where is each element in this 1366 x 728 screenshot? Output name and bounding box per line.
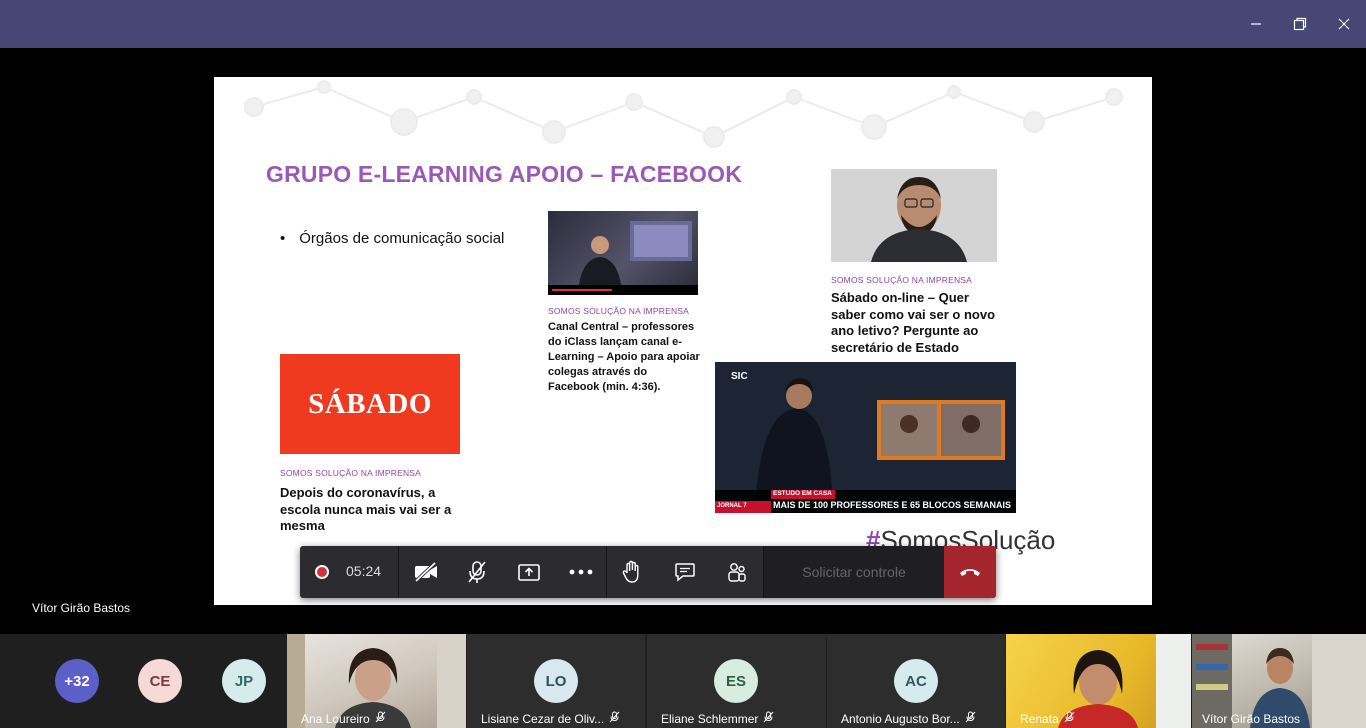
more-actions-button[interactable] <box>556 546 606 598</box>
article-sabado: Depois do coronavírus, a escola nunca ma… <box>280 485 452 533</box>
call-timer: 05:24 <box>346 563 382 579</box>
call-control-bar: 05:24 Solicitar controle <box>300 546 996 598</box>
title-bar <box>0 0 1366 48</box>
molecule-background-decoration <box>244 80 1123 148</box>
canal-central-video-thumbnail <box>548 211 698 295</box>
slide-bullet: • Órgãos de comunicação social <box>280 230 504 247</box>
participant-name-tag: Lisiane Cezar de Oliv... <box>481 711 620 726</box>
participant-name-tag: Vítor Girão Bastos <box>1202 712 1300 726</box>
participant-tile-antonio[interactable]: AC Antonio Augusto Bor... <box>827 634 1005 728</box>
sic-news-screenshot: SIC ESTUDO EM CASA JORNAL 7 MAIS DE 100 … <box>715 362 1016 513</box>
hang-up-button[interactable] <box>944 546 996 598</box>
slide-title: GRUPO E-LEARNING APOIO – FACEBOOK <box>266 161 743 187</box>
participant-strip: +32 CE JP Ana Loureiro LO Lisiane Cezar … <box>0 634 1366 728</box>
shared-presentation-slide: GRUPO E-LEARNING APOIO – FACEBOOK • Órgão… <box>214 77 1152 605</box>
raise-hand-icon <box>622 560 639 583</box>
participants-icon <box>728 563 746 582</box>
sic-banner-small: ESTUDO EM CASA <box>773 490 832 497</box>
participant-name: Antonio Augusto Bor... <box>841 711 960 726</box>
participant-video-ana-loureiro[interactable]: Ana Loureiro <box>287 634 466 728</box>
more-participants-avatar[interactable]: +32 <box>55 659 99 703</box>
participant-avatar-jp[interactable]: JP <box>222 659 266 703</box>
kicker-sabado-online: SOMOS SOLUÇÃO NA IMPRENSA <box>831 275 973 285</box>
divider <box>398 546 399 598</box>
share-screen-icon <box>518 564 540 581</box>
microphone-off-icon <box>965 711 976 726</box>
divider <box>606 546 607 598</box>
participant-name: Lisiane Cezar de Oliv... <box>481 711 605 726</box>
sic-banner-headline: MAIS DE 100 PROFESSORES E 65 BLOCOS SEMA… <box>773 500 1012 510</box>
camera-toggle-button[interactable] <box>402 546 450 598</box>
participant-name: Ana Loureiro <box>301 711 370 726</box>
participant-avatar-ac: AC <box>894 659 938 703</box>
hang-up-phone-icon <box>960 569 980 576</box>
article-sabado-online: Sábado on-line – Quer saber como vai ser… <box>831 290 996 355</box>
participant-name-tag: Eliane Schlemmer <box>661 711 774 726</box>
minimize-icon[interactable] <box>1243 12 1269 36</box>
participant-tile-eliane[interactable]: ES Eliane Schlemmer <box>647 634 826 728</box>
participant-video-vitor-girao-bastos[interactable]: Vítor Girão Bastos <box>1192 634 1366 728</box>
teams-meeting-window: GRUPO E-LEARNING APOIO – FACEBOOK • Órgão… <box>0 0 1366 728</box>
participant-video-renata[interactable]: Renata <box>1006 634 1191 728</box>
kicker-canal-central: SOMOS SOLUÇÃO NA IMPRENSA <box>548 306 690 316</box>
bullet-text: Órgãos de comunicação social <box>299 230 505 247</box>
participant-avatar-lo: LO <box>534 659 578 703</box>
sic-program-label: JORNAL 7 <box>717 503 747 509</box>
restore-icon[interactable] <box>1287 12 1313 36</box>
microphone-off-icon <box>1064 711 1075 726</box>
sabado-online-photo <box>831 169 997 262</box>
microphone-off-icon <box>763 711 774 726</box>
microphone-off-icon <box>468 561 486 583</box>
participant-name-tag: Ana Loureiro <box>301 711 386 726</box>
participant-name: Vítor Girão Bastos <box>1202 712 1301 726</box>
article-canal-central: Canal Central – professores do iClass la… <box>548 321 700 393</box>
close-icon[interactable] <box>1331 12 1357 36</box>
kicker-sabado: SOMOS SOLUÇÃO NA IMPRENSA <box>280 468 422 478</box>
sic-channel-tag: SIC <box>731 371 748 382</box>
share-screen-button[interactable] <box>504 546 554 598</box>
participant-name: Renata <box>1020 711 1059 726</box>
presenter-name-label: Vítor Girão Bastos <box>32 601 131 615</box>
sabado-logo: SÁBADO <box>280 354 460 454</box>
microphone-toggle-button[interactable] <box>452 546 502 598</box>
participant-tile-lisiane[interactable]: LO Lisiane Cezar de Oliv... <box>467 634 645 728</box>
participants-button[interactable] <box>712 546 762 598</box>
microphone-off-icon <box>375 711 386 726</box>
participant-name: Eliane Schlemmer <box>661 711 759 726</box>
participant-avatar-es: ES <box>714 659 758 703</box>
chat-icon <box>675 563 695 582</box>
request-control-button[interactable]: Solicitar controle <box>764 546 944 598</box>
more-options-icon <box>569 569 593 575</box>
chat-button[interactable] <box>660 546 710 598</box>
recording-indicator-icon <box>315 565 329 579</box>
participant-name-tag: Renata <box>1020 711 1075 726</box>
bullet-dot-icon: • <box>280 230 286 247</box>
raise-hand-button[interactable] <box>608 546 656 598</box>
microphone-off-icon <box>609 711 620 726</box>
participant-name-tag: Antonio Augusto Bor... <box>841 711 976 726</box>
participant-avatar-ce[interactable]: CE <box>138 659 182 703</box>
camera-off-icon <box>414 561 437 583</box>
